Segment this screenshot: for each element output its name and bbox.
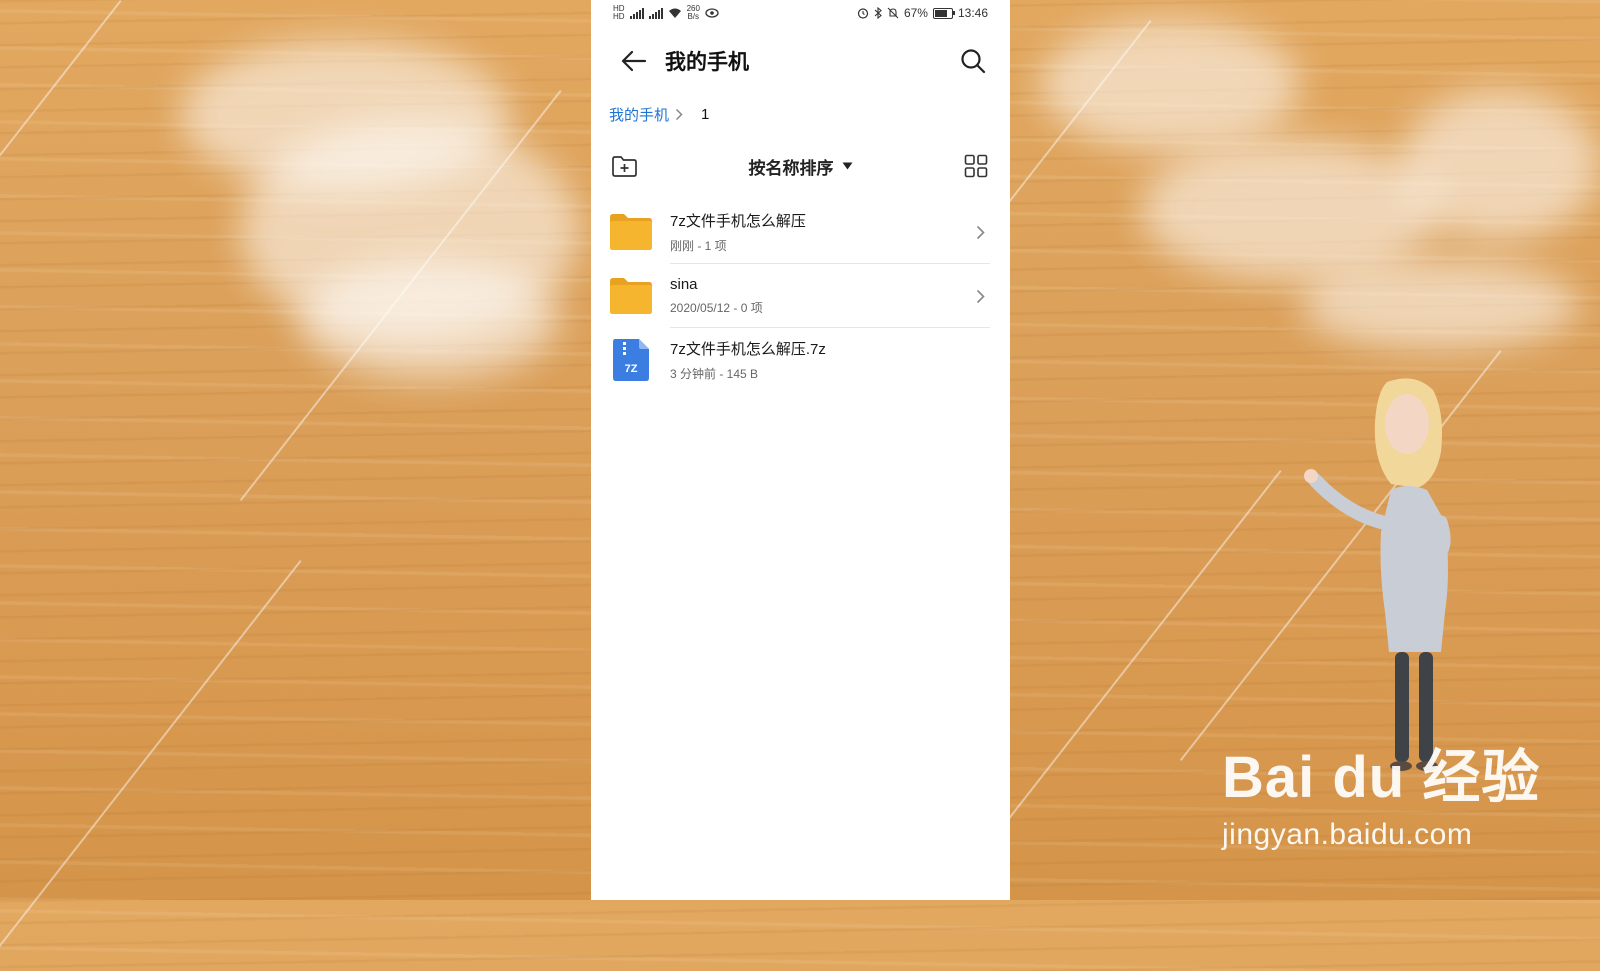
battery-icon [932, 7, 955, 19]
caret-down-icon [842, 162, 852, 170]
app-bar: 我的手机 [591, 26, 1010, 96]
status-bar: HD HD 260 B/s 67% 13:46 [591, 0, 1010, 26]
chevron-right-icon [970, 289, 990, 304]
archive-badge: 7Z [625, 363, 638, 375]
list-toolbar: 按名称排序 [591, 132, 1010, 200]
file-name: 7z文件手机怎么解压 [670, 213, 806, 230]
back-button[interactable] [617, 44, 651, 78]
folder-icon [609, 210, 653, 254]
file-row-archive[interactable]: 7Z 7z文件手机怎么解压.7z 3 分钟前 - 145 B [591, 328, 1010, 392]
baidu-jingyan-watermark: Bai du 经验 jingyan.baidu.com [1222, 730, 1540, 852]
search-button[interactable] [956, 44, 990, 78]
grid-view-icon [964, 154, 988, 178]
file-name: sina [670, 276, 698, 293]
signal-icon [629, 7, 644, 19]
hd-indicator: HD HD [613, 4, 625, 21]
file-meta: 2020/05/12 - 0 项 [670, 301, 763, 315]
alarm-icon [857, 8, 869, 19]
new-folder-icon [611, 155, 637, 177]
battery-percent: 67% [903, 6, 928, 20]
back-arrow-icon [621, 50, 647, 72]
file-meta: 3 分钟前 - 145 B [670, 367, 759, 381]
wifi-icon [668, 8, 681, 18]
search-icon [961, 49, 986, 74]
file-list: 7z文件手机怎么解压 刚刚 - 1 项 sina 2020/05/12 - 0 … [591, 200, 1010, 392]
breadcrumb-root[interactable]: 我的手机 [609, 104, 669, 125]
chevron-right-icon [675, 108, 683, 121]
signal-icon-2 [648, 7, 663, 19]
phone-screen: HD HD 260 B/s 67% 13:46 我的手机 我的手机 1 按名称排… [591, 0, 1010, 900]
file-row-folder[interactable]: 7z文件手机怎么解压 刚刚 - 1 项 [591, 200, 1010, 264]
page-title: 我的手机 [665, 51, 749, 74]
file-name: 7z文件手机怎么解压.7z [670, 341, 826, 358]
sort-label: 按名称排序 [748, 158, 834, 178]
bluetooth-icon [874, 7, 882, 19]
file-meta: 刚刚 - 1 项 [670, 239, 727, 253]
network-speed: 260 B/s [686, 4, 700, 21]
file-row-folder[interactable]: sina 2020/05/12 - 0 项 [591, 264, 1010, 328]
grid-view-button[interactable] [962, 152, 990, 180]
eye-icon [705, 8, 719, 18]
7z-file-icon: 7Z [609, 338, 653, 382]
mute-icon [887, 7, 899, 19]
watermark-url: jingyan.baidu.com [1222, 818, 1473, 851]
breadcrumb: 我的手机 1 [591, 96, 1010, 132]
presenter-character [1295, 372, 1495, 792]
breadcrumb-current[interactable]: 1 [701, 106, 709, 123]
watermark-logo: Bai du 经验 [1222, 745, 1541, 810]
folder-icon [609, 274, 653, 318]
sort-dropdown[interactable]: 按名称排序 [639, 154, 962, 179]
new-folder-button[interactable] [609, 151, 639, 181]
clock: 13:46 [957, 6, 988, 20]
chevron-right-icon [970, 225, 990, 240]
